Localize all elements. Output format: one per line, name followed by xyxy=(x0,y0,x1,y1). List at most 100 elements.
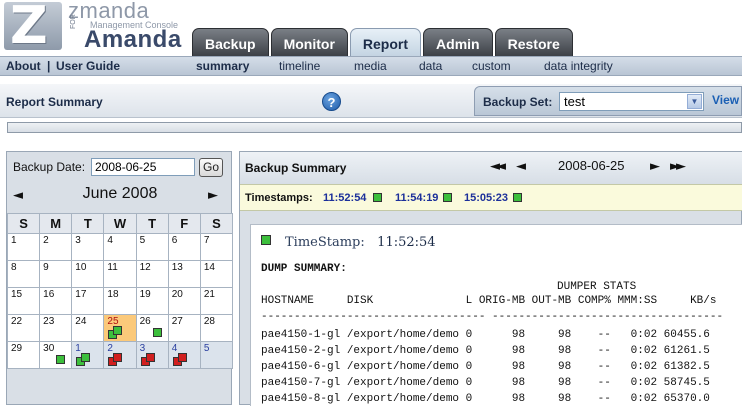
calendar-day[interactable]: 8 xyxy=(6,260,41,288)
last-date-icon[interactable]: ►► xyxy=(670,159,686,174)
calendar-day[interactable]: 17 xyxy=(71,287,105,315)
calendar-day[interactable]: 5 xyxy=(135,233,169,261)
calendar-day[interactable]: 4 xyxy=(167,341,201,369)
about-link[interactable]: About xyxy=(6,59,41,73)
prev-date-icon[interactable]: ◄ xyxy=(516,159,526,174)
backup-set-select[interactable]: test ▼ xyxy=(559,92,704,111)
tab-admin[interactable]: Admin xyxy=(423,28,493,56)
calendar-day[interactable]: 16 xyxy=(39,287,73,315)
calendar-day[interactable]: 29 xyxy=(6,341,41,369)
subnav-media[interactable]: media xyxy=(354,59,387,73)
chevron-down-icon[interactable]: ▼ xyxy=(687,94,702,109)
success-status-icon xyxy=(373,193,382,202)
weekday-header: W xyxy=(103,213,137,234)
calendar-day[interactable]: 3 xyxy=(71,233,105,261)
subnav-data-integrity[interactable]: data integrity xyxy=(544,59,613,73)
timestamp-link[interactable]: 15:05:23 xyxy=(464,192,508,204)
subnav-summary[interactable]: summary xyxy=(196,59,249,73)
calendar-day-number: 16 xyxy=(43,289,55,300)
go-button[interactable]: Go xyxy=(199,158,223,177)
calendar-day[interactable]: 7 xyxy=(199,233,234,261)
timestamps-bar: Timestamps: 11:52:54 11:54:19 15:05:23 xyxy=(240,184,742,211)
backup-date-panel: Backup Date: Go ◄ June 2008 ► SMTWTFS 12… xyxy=(6,151,234,405)
success-status-icon xyxy=(513,193,522,202)
calendar-day[interactable]: 25 xyxy=(103,314,137,342)
success-status-icon xyxy=(443,193,452,202)
calendar-day[interactable]: 26 xyxy=(135,314,169,342)
calendar-day[interactable]: 15 xyxy=(6,287,41,315)
summary-date: 2008-06-25 xyxy=(558,158,625,173)
backup-failure-icon[interactable] xyxy=(113,353,123,362)
calendar-day[interactable]: 2 xyxy=(103,341,137,369)
tab-monitor[interactable]: Monitor xyxy=(270,28,348,56)
timestamps-label: Timestamps: xyxy=(245,192,313,204)
tab-backup[interactable]: Backup xyxy=(192,28,269,56)
subnav-data[interactable]: data xyxy=(419,59,442,73)
calendar-day[interactable]: 6 xyxy=(167,233,201,261)
calendar-day-number: 24 xyxy=(75,316,87,327)
calendar-day[interactable]: 4 xyxy=(103,233,137,261)
calendar-day[interactable]: 2 xyxy=(39,233,73,261)
report-summary-title: Report Summary xyxy=(6,95,103,109)
calendar-week: 15 16 17 18 19 20 21 xyxy=(6,287,234,315)
calendar-day[interactable]: 19 xyxy=(135,287,169,315)
backup-summary-panel: Backup Summary ◄◄ ◄ 2008-06-25 ► ►► Time… xyxy=(239,151,742,406)
next-date-icon[interactable]: ► xyxy=(650,159,660,174)
calendar-month-title: June 2008 xyxy=(82,185,158,202)
calendar-day[interactable]: 24 xyxy=(71,314,105,342)
calendar-day-number: 5 xyxy=(203,343,210,354)
tab-report[interactable]: Report xyxy=(349,28,422,56)
calendar-day-number: 10 xyxy=(75,262,87,273)
calendar-day-number: 5 xyxy=(139,235,146,246)
backup-success-icon[interactable] xyxy=(113,326,123,335)
backup-success-icon[interactable] xyxy=(81,353,91,362)
calendar-day[interactable]: 22 xyxy=(6,314,41,342)
calendar-day-number: 17 xyxy=(75,289,87,300)
main-tabs: Backup Monitor Report Admin Restore xyxy=(192,28,575,56)
zmanda-logo[interactable]: Z zmanda Management Console FOR Amanda xyxy=(4,0,186,56)
backup-success-icon[interactable] xyxy=(152,328,162,337)
calendar-day[interactable]: 20 xyxy=(167,287,201,315)
calendar-week: 1 2 3 4 5 6 7 xyxy=(6,233,234,261)
report-content: TimeStamp: 11:52:54 DUMP SUMMARY: DUMPER… xyxy=(250,224,742,406)
calendar-day[interactable]: 11 xyxy=(103,260,137,288)
calendar-day[interactable]: 13 xyxy=(167,260,201,288)
subnav-timeline[interactable]: timeline xyxy=(279,59,320,73)
calendar-day[interactable]: 3 xyxy=(135,341,169,369)
timestamp-link[interactable]: 11:52:54 xyxy=(323,192,366,204)
calendar-day[interactable]: 5 xyxy=(199,341,234,369)
zmanda-z-icon: Z xyxy=(4,0,62,56)
calendar-day-number: 3 xyxy=(75,235,81,246)
report-column-headers: HOSTNAME DISK L ORIG-MB OUT-MB COMP% MMM… xyxy=(261,295,717,307)
backup-failure-icon[interactable] xyxy=(177,353,187,362)
calendar-day[interactable]: 14 xyxy=(199,260,234,288)
brand-product: Amanda xyxy=(84,26,182,53)
first-date-icon[interactable]: ◄◄ xyxy=(490,159,506,174)
tab-restore[interactable]: Restore xyxy=(494,28,573,56)
calendar-day[interactable]: 30 xyxy=(39,341,73,369)
view-link[interactable]: View xyxy=(712,93,739,107)
calendar-day[interactable]: 23 xyxy=(39,314,73,342)
calendar-day[interactable]: 10 xyxy=(71,260,105,288)
subnav-custom[interactable]: custom xyxy=(472,59,511,73)
success-status-icon xyxy=(261,235,271,245)
backup-success-icon[interactable] xyxy=(56,355,66,364)
report-timestamp-value: 11:52:54 xyxy=(377,235,436,250)
calendar-day[interactable]: 27 xyxy=(167,314,201,342)
help-icon[interactable]: ? xyxy=(322,92,341,111)
calendar-day[interactable]: 18 xyxy=(103,287,137,315)
user-guide-link[interactable]: User Guide xyxy=(56,59,120,73)
timestamp-link[interactable]: 11:54:19 xyxy=(395,192,438,204)
calendar-day[interactable]: 28 xyxy=(199,314,234,342)
calendar-day-number: 18 xyxy=(107,289,119,300)
calendar-day[interactable]: 1 xyxy=(6,233,41,261)
calendar-day-number: 14 xyxy=(203,262,215,273)
next-month-icon[interactable]: ► xyxy=(208,188,218,203)
progress-bar xyxy=(7,122,742,133)
backup-failure-icon[interactable] xyxy=(145,353,155,362)
calendar-day[interactable]: 1 xyxy=(71,341,105,369)
calendar-day[interactable]: 12 xyxy=(135,260,169,288)
calendar-day[interactable]: 9 xyxy=(39,260,73,288)
backup-date-input[interactable] xyxy=(91,158,195,176)
calendar-day[interactable]: 21 xyxy=(199,287,234,315)
